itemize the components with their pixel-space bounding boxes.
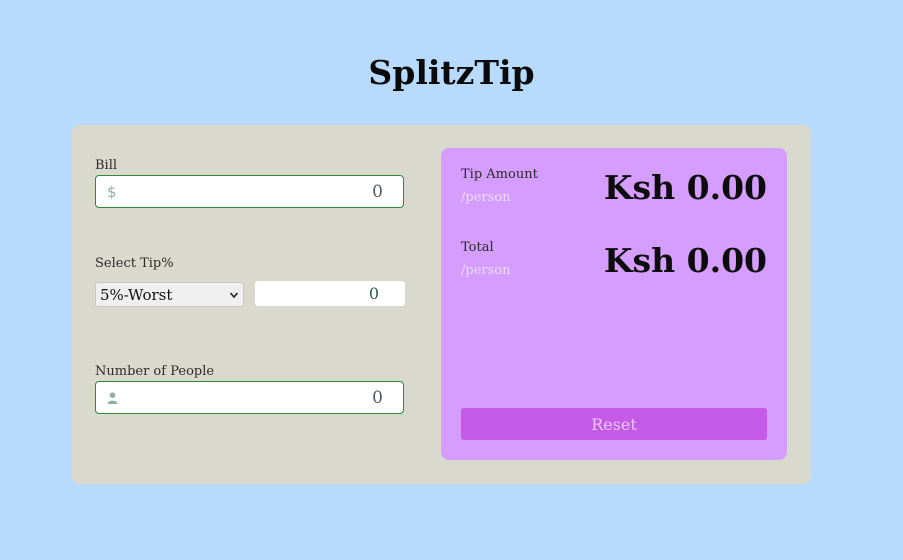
dollar-icon: $ xyxy=(107,183,117,201)
custom-tip-input[interactable]: 0 xyxy=(255,281,405,306)
people-label: Number of People xyxy=(95,364,215,379)
reset-button[interactable]: Reset xyxy=(461,408,767,440)
tip-amount-label: Tip Amount xyxy=(461,167,538,182)
people-value: 0 xyxy=(372,388,383,408)
result-panel: Tip Amount /person Ksh 0.00 Total /perso… xyxy=(441,148,787,460)
calculator-card: Bill $ 0 Select Tip% 5%-Worst 0 Number o… xyxy=(72,125,811,484)
bill-input[interactable]: $ 0 xyxy=(95,175,404,208)
people-input[interactable]: 0 xyxy=(95,381,404,414)
total-per-person: /person xyxy=(461,263,511,278)
person-icon xyxy=(107,392,118,404)
tip-amount-value: Ksh 0.00 xyxy=(603,168,767,207)
custom-tip-value: 0 xyxy=(368,284,379,303)
total-label: Total xyxy=(461,240,494,255)
bill-label: Bill xyxy=(95,158,118,173)
tip-label: Select Tip% xyxy=(95,256,174,271)
tip-select[interactable]: 5%-Worst xyxy=(95,282,244,307)
bill-value: 0 xyxy=(372,182,383,202)
tip-amount-per-person: /person xyxy=(461,190,511,205)
app-title: SplitzTip xyxy=(368,53,535,92)
total-value: Ksh 0.00 xyxy=(603,241,767,280)
chevron-down-icon xyxy=(229,292,239,299)
tip-select-value: 5%-Worst xyxy=(100,286,173,304)
